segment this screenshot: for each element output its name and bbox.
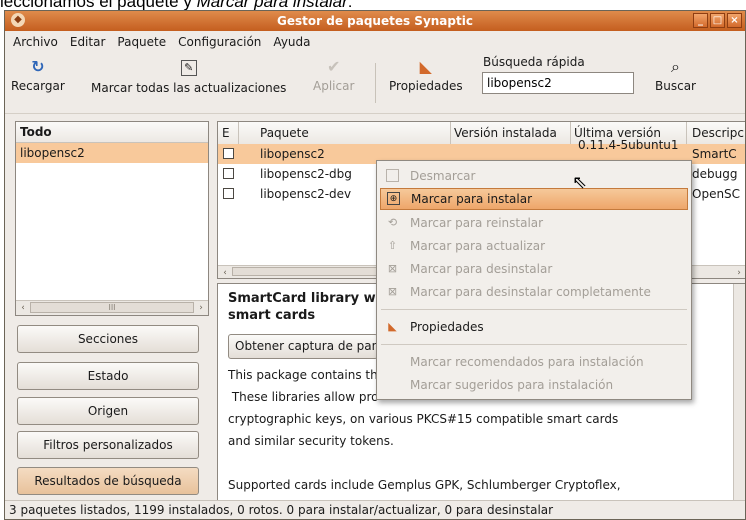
filter-item[interactable]: libopensc2 — [16, 143, 208, 163]
maximize-icon[interactable]: □ — [710, 13, 725, 28]
description-scrollbar[interactable] — [733, 284, 745, 500]
menu-item-properties[interactable]: ◣ Propiedades — [380, 316, 688, 338]
menu-paquete[interactable]: Paquete — [117, 35, 166, 49]
description-line: Supported cards include Gemplus GPK, Sch… — [228, 478, 621, 492]
toolbar: ↻ Recargar ✎ Marcar todas las actualizac… — [5, 53, 745, 114]
description-title: SmartCard library w smart cards — [228, 290, 376, 324]
checkbox-icon — [386, 169, 399, 182]
properties-button[interactable]: ◣ Propiedades — [389, 57, 463, 93]
status-button[interactable]: Estado — [17, 362, 199, 390]
reload-button[interactable]: ↻ Recargar — [11, 57, 65, 93]
menu-separator — [381, 309, 687, 310]
properties-icon: ◣ — [419, 57, 432, 76]
menu-item-mark-upgrade[interactable]: ⇧ Marcar para actualizar — [380, 235, 688, 257]
package-context-menu: Desmarcar ⊕ Marcar para instalar ⟲ Marca… — [376, 160, 692, 400]
remove-icon: ⊠ — [387, 262, 398, 275]
menu-item-mark-suggested[interactable]: Marcar sugeridos para instalación — [380, 374, 688, 396]
col-sep — [686, 122, 687, 144]
window-title: Gestor de paquetes Synaptic — [277, 14, 473, 28]
menu-item-unmark[interactable]: Desmarcar — [380, 165, 688, 187]
status-bar: 3 paquetes listados, 1199 instalados, 0 … — [5, 500, 745, 519]
reload-icon: ↻ — [31, 57, 45, 76]
package-name: libopensc2-dev — [260, 187, 352, 201]
description-line: This package contains th — [228, 368, 378, 382]
reinstall-icon: ⟲ — [387, 216, 398, 229]
col-sep — [570, 122, 571, 144]
toolbar-separator — [375, 63, 376, 103]
scroll-right-icon[interactable]: › — [732, 266, 745, 278]
description-title-line: SmartCard library w — [228, 291, 376, 306]
package-name: libopensc2-dbg — [260, 167, 352, 181]
properties-icon: ◣ — [388, 320, 397, 333]
filter-list-header[interactable]: Todo — [16, 122, 208, 143]
get-screenshot-button[interactable]: Obtener captura de pant — [228, 334, 378, 359]
package-description: debugg — [692, 167, 738, 181]
search-icon: ⌕ — [671, 57, 680, 76]
custom-filters-button[interactable]: Filtros personalizados — [17, 431, 199, 459]
mouse-pointer-icon: ⇖ — [572, 172, 588, 193]
col-description[interactable]: Descripción — [692, 126, 745, 140]
package-checkbox[interactable] — [223, 188, 234, 199]
search-results-button[interactable]: Resultados de búsqueda — [17, 467, 199, 495]
menu-item-mark-purge[interactable]: ⊠ Marcar para desinstalar completamente — [380, 281, 688, 303]
scroll-thumb[interactable]: III — [30, 302, 194, 313]
col-package[interactable]: Paquete — [260, 126, 309, 140]
scroll-right-icon[interactable]: › — [194, 301, 208, 315]
minimize-icon[interactable]: _ — [693, 13, 708, 28]
mark-all-upgrades-button[interactable]: ✎ Marcar todas las actualizaciones — [91, 57, 286, 95]
package-name: libopensc2 — [260, 147, 325, 161]
menu-editar[interactable]: Editar — [70, 35, 106, 49]
description-line: cryptographic keys, on various PKCS#15 c… — [228, 412, 619, 426]
col-sep — [238, 122, 239, 144]
description-line: and similar security tokens. — [228, 434, 394, 448]
menu-item-mark-remove[interactable]: ⊠ Marcar para desinstalar — [380, 258, 688, 280]
quick-search-input[interactable] — [482, 72, 634, 94]
menu-item-mark-recommended[interactable]: Marcar recomendados para instalación — [380, 351, 688, 373]
origin-button[interactable]: Origen — [17, 397, 199, 425]
description-title-line: smart cards — [228, 308, 316, 323]
search-button[interactable]: ⌕ Buscar — [655, 57, 696, 93]
purge-icon: ⊠ — [387, 285, 398, 298]
filter-list: Todo libopensc2 ‹ III › — [15, 121, 209, 316]
description-line: These libraries allow pro — [228, 390, 379, 404]
quick-search-label: Búsqueda rápida — [483, 55, 585, 69]
scroll-left-icon[interactable]: ‹ — [16, 301, 30, 315]
apply-check-icon: ✔ — [326, 57, 341, 76]
menu-item-mark-install[interactable]: ⊕ Marcar para instalar — [380, 188, 688, 210]
sections-button[interactable]: Secciones — [17, 325, 199, 353]
title-bar[interactable]: ◆ Gestor de paquetes Synaptic _ □ × — [5, 11, 745, 31]
package-latest-version: 0.11.4-5ubuntu1 — [578, 138, 679, 152]
apply-button[interactable]: ✔ Aplicar — [313, 57, 354, 93]
install-icon: ⊕ — [387, 192, 400, 205]
upgrade-icon: ⇧ — [387, 239, 398, 252]
mark-all-icon: ✎ — [180, 60, 197, 76]
menu-separator — [381, 344, 687, 345]
menu-bar: Archivo Editar Paquete Configuración Ayu… — [5, 32, 745, 52]
col-status[interactable]: E — [222, 126, 230, 140]
scroll-left-icon[interactable]: ‹ — [218, 266, 232, 278]
menu-archivo[interactable]: Archivo — [13, 35, 58, 49]
package-description: OpenSC — [692, 187, 741, 201]
package-description: SmartC — [692, 147, 737, 161]
col-installed-version[interactable]: Versión instalada — [454, 126, 557, 140]
package-checkbox[interactable] — [223, 168, 234, 179]
package-checkbox[interactable] — [223, 148, 234, 159]
close-icon[interactable]: × — [727, 13, 742, 28]
menu-item-mark-reinstall[interactable]: ⟲ Marcar para reinstalar — [380, 212, 688, 234]
filter-list-scrollbar[interactable]: ‹ III › — [16, 300, 208, 315]
menu-configuracion[interactable]: Configuración — [178, 35, 261, 49]
col-sep — [450, 122, 451, 144]
menu-ayuda[interactable]: Ayuda — [273, 35, 310, 49]
